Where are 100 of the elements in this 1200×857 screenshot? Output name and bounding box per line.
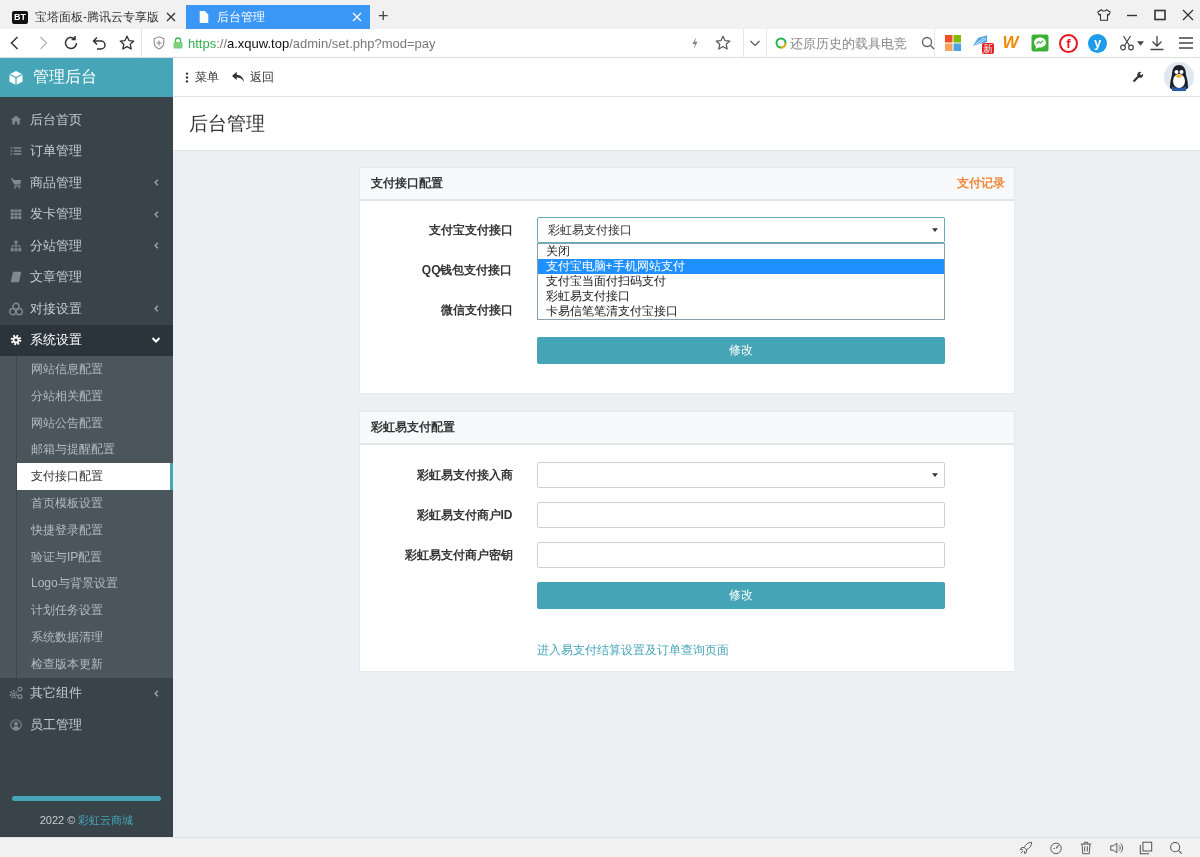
field-label: 微信支付接口 <box>439 301 513 319</box>
submenu-item[interactable]: 分站相关配置 <box>17 382 173 410</box>
submit-button[interactable]: 修改 <box>536 337 945 364</box>
submenu-item[interactable]: 快捷登录配置 <box>17 516 173 544</box>
download-icon[interactable] <box>1148 35 1165 51</box>
list-icon <box>10 145 22 158</box>
penguin-avatar-icon[interactable] <box>1164 62 1194 92</box>
search-icon[interactable] <box>1169 840 1183 855</box>
star-icon[interactable] <box>119 35 135 51</box>
wrench-icon[interactable] <box>1132 71 1144 83</box>
grid-icon <box>10 208 22 221</box>
select-field[interactable]: 彩虹易支付接口 <box>536 217 945 243</box>
lock-icon <box>173 37 183 49</box>
sidebar-item[interactable]: 文章管理 <box>0 261 173 293</box>
caret-down-icon <box>931 473 938 477</box>
caret-down-icon[interactable] <box>1137 40 1144 46</box>
submit-button[interactable]: 修改 <box>536 582 945 609</box>
vertical-dots-icon <box>185 71 189 83</box>
tiles-icon[interactable] <box>943 34 962 52</box>
document-icon <box>198 11 210 23</box>
settlement-link[interactable]: 进入易支付结算设置及订单查询页面 <box>536 642 729 659</box>
submenu-item[interactable]: 邮箱与提醒配置 <box>17 436 173 464</box>
dropdown-option[interactable]: 卡易信笔笔清支付宝接口 <box>537 304 944 319</box>
sidebar-item[interactable]: 商品管理 <box>0 167 173 199</box>
letter-extension-icon[interactable]: W <box>1002 34 1019 52</box>
page-title: 后台管理 <box>173 97 1200 151</box>
browser-tab[interactable]: BT 宝塔面板-腾讯云专享版 <box>0 5 184 29</box>
home-icon <box>10 113 22 126</box>
submenu-item[interactable]: 网站公告配置 <box>17 409 173 437</box>
browser-tab[interactable]: 后台管理 <box>186 5 370 29</box>
close-icon[interactable] <box>166 12 176 22</box>
copyright-text: 2022 © <box>39 814 76 826</box>
menu-button[interactable]: 菜单 <box>185 68 219 86</box>
reload-icon[interactable] <box>63 35 79 51</box>
submenu-item[interactable]: 支付接口配置 <box>17 463 173 490</box>
search-icon[interactable] <box>921 36 935 50</box>
dropdown-option[interactable]: 彩虹易支付接口 <box>537 289 944 304</box>
shield-icon[interactable] <box>152 36 166 50</box>
letter-extension-icon[interactable]: f <box>1059 33 1078 53</box>
window-icon[interactable] <box>1139 840 1153 855</box>
submenu-item[interactable]: 计划任务设置 <box>17 597 173 624</box>
dropdown-option[interactable]: 支付宝当面付扫码支付 <box>537 274 944 289</box>
sidebar-item[interactable]: 后台首页 <box>0 104 173 136</box>
sidebar-item[interactable]: 其它组件 <box>0 677 173 710</box>
field-label: QQ钱包支付接口 <box>420 261 513 279</box>
submenu-item[interactable]: 网站信息配置 <box>17 356 173 383</box>
card-title: 彩虹易支付配置 <box>370 419 455 436</box>
field-label: 支付宝支付接口 <box>427 221 513 239</box>
card-title: 支付接口配置 <box>370 175 443 192</box>
text-input-field[interactable] <box>536 502 945 528</box>
submenu-item[interactable]: 系统数据清理 <box>17 623 173 651</box>
gear-icon <box>10 334 22 347</box>
chat-bubble-icon[interactable] <box>1030 34 1049 52</box>
user-circle-icon <box>10 718 22 731</box>
shirt-icon[interactable] <box>1097 7 1111 22</box>
site-logo: BT <box>12 10 28 24</box>
search-field[interactable]: 还原历史的载具电竞 <box>790 35 918 51</box>
footer-link[interactable]: 彩虹云商城 <box>78 814 134 826</box>
url-text[interactable]: https://a.xquw.top/admin/set.php?mod=pay <box>188 35 436 51</box>
undo-icon[interactable] <box>91 35 107 51</box>
sidebar-item[interactable]: 订单管理 <box>0 135 173 167</box>
back-button[interactable]: 返回 <box>232 68 274 86</box>
rocket-icon[interactable] <box>1019 840 1033 855</box>
maximize-icon[interactable] <box>1153 7 1167 22</box>
field-label: 彩虹易支付商户ID <box>415 506 513 524</box>
cart-icon <box>10 176 22 189</box>
sidebar-item[interactable]: 系统设置 <box>0 324 173 356</box>
dropdown-option[interactable]: 支付宝电脑+手机网站支付 <box>537 259 944 274</box>
text-input-field[interactable] <box>536 542 945 568</box>
trash-icon[interactable] <box>1079 840 1093 855</box>
reply-arrow-icon <box>232 71 244 83</box>
new-tab-button[interactable]: + <box>374 5 393 29</box>
field-label: 彩虹易支付商户密钥 <box>403 546 513 564</box>
menu-icon[interactable] <box>1177 35 1194 51</box>
cube-icon <box>8 69 24 86</box>
gauge-icon[interactable] <box>1049 840 1063 855</box>
letter-extension-icon[interactable]: y <box>1088 33 1107 53</box>
dropdown-option[interactable]: 关闭 <box>537 244 944 259</box>
submenu-item[interactable]: Logo与背景设置 <box>17 570 173 598</box>
speaker-icon[interactable] <box>1109 840 1123 855</box>
brand-title: 管理后台 <box>33 67 97 87</box>
submenu-item[interactable]: 首页模板设置 <box>17 490 173 517</box>
caret-down-icon <box>931 228 938 232</box>
star-icon[interactable] <box>715 35 731 51</box>
sidebar-item[interactable]: 员工管理 <box>0 709 173 741</box>
card-header-link[interactable]: 支付记录 <box>956 175 1005 192</box>
field-label: 彩虹易支付接入商 <box>415 466 513 484</box>
cogs-icon <box>9 686 23 701</box>
select-field[interactable] <box>536 462 945 488</box>
close-icon[interactable] <box>1181 7 1195 22</box>
ring-icon <box>775 37 787 49</box>
scissors-icon[interactable] <box>1118 35 1135 51</box>
submenu-item[interactable]: 检查版本更新 <box>17 650 173 678</box>
submenu-item[interactable]: 验证与IP配置 <box>17 543 173 571</box>
sidebar-item[interactable]: 分站管理 <box>0 230 173 262</box>
sitemap-icon <box>10 239 22 252</box>
sidebar-item[interactable]: 发卡管理 <box>0 198 173 230</box>
sidebar-item[interactable]: 对接设置 <box>0 293 173 325</box>
cubes-icon <box>9 301 23 316</box>
book-icon <box>10 271 22 284</box>
